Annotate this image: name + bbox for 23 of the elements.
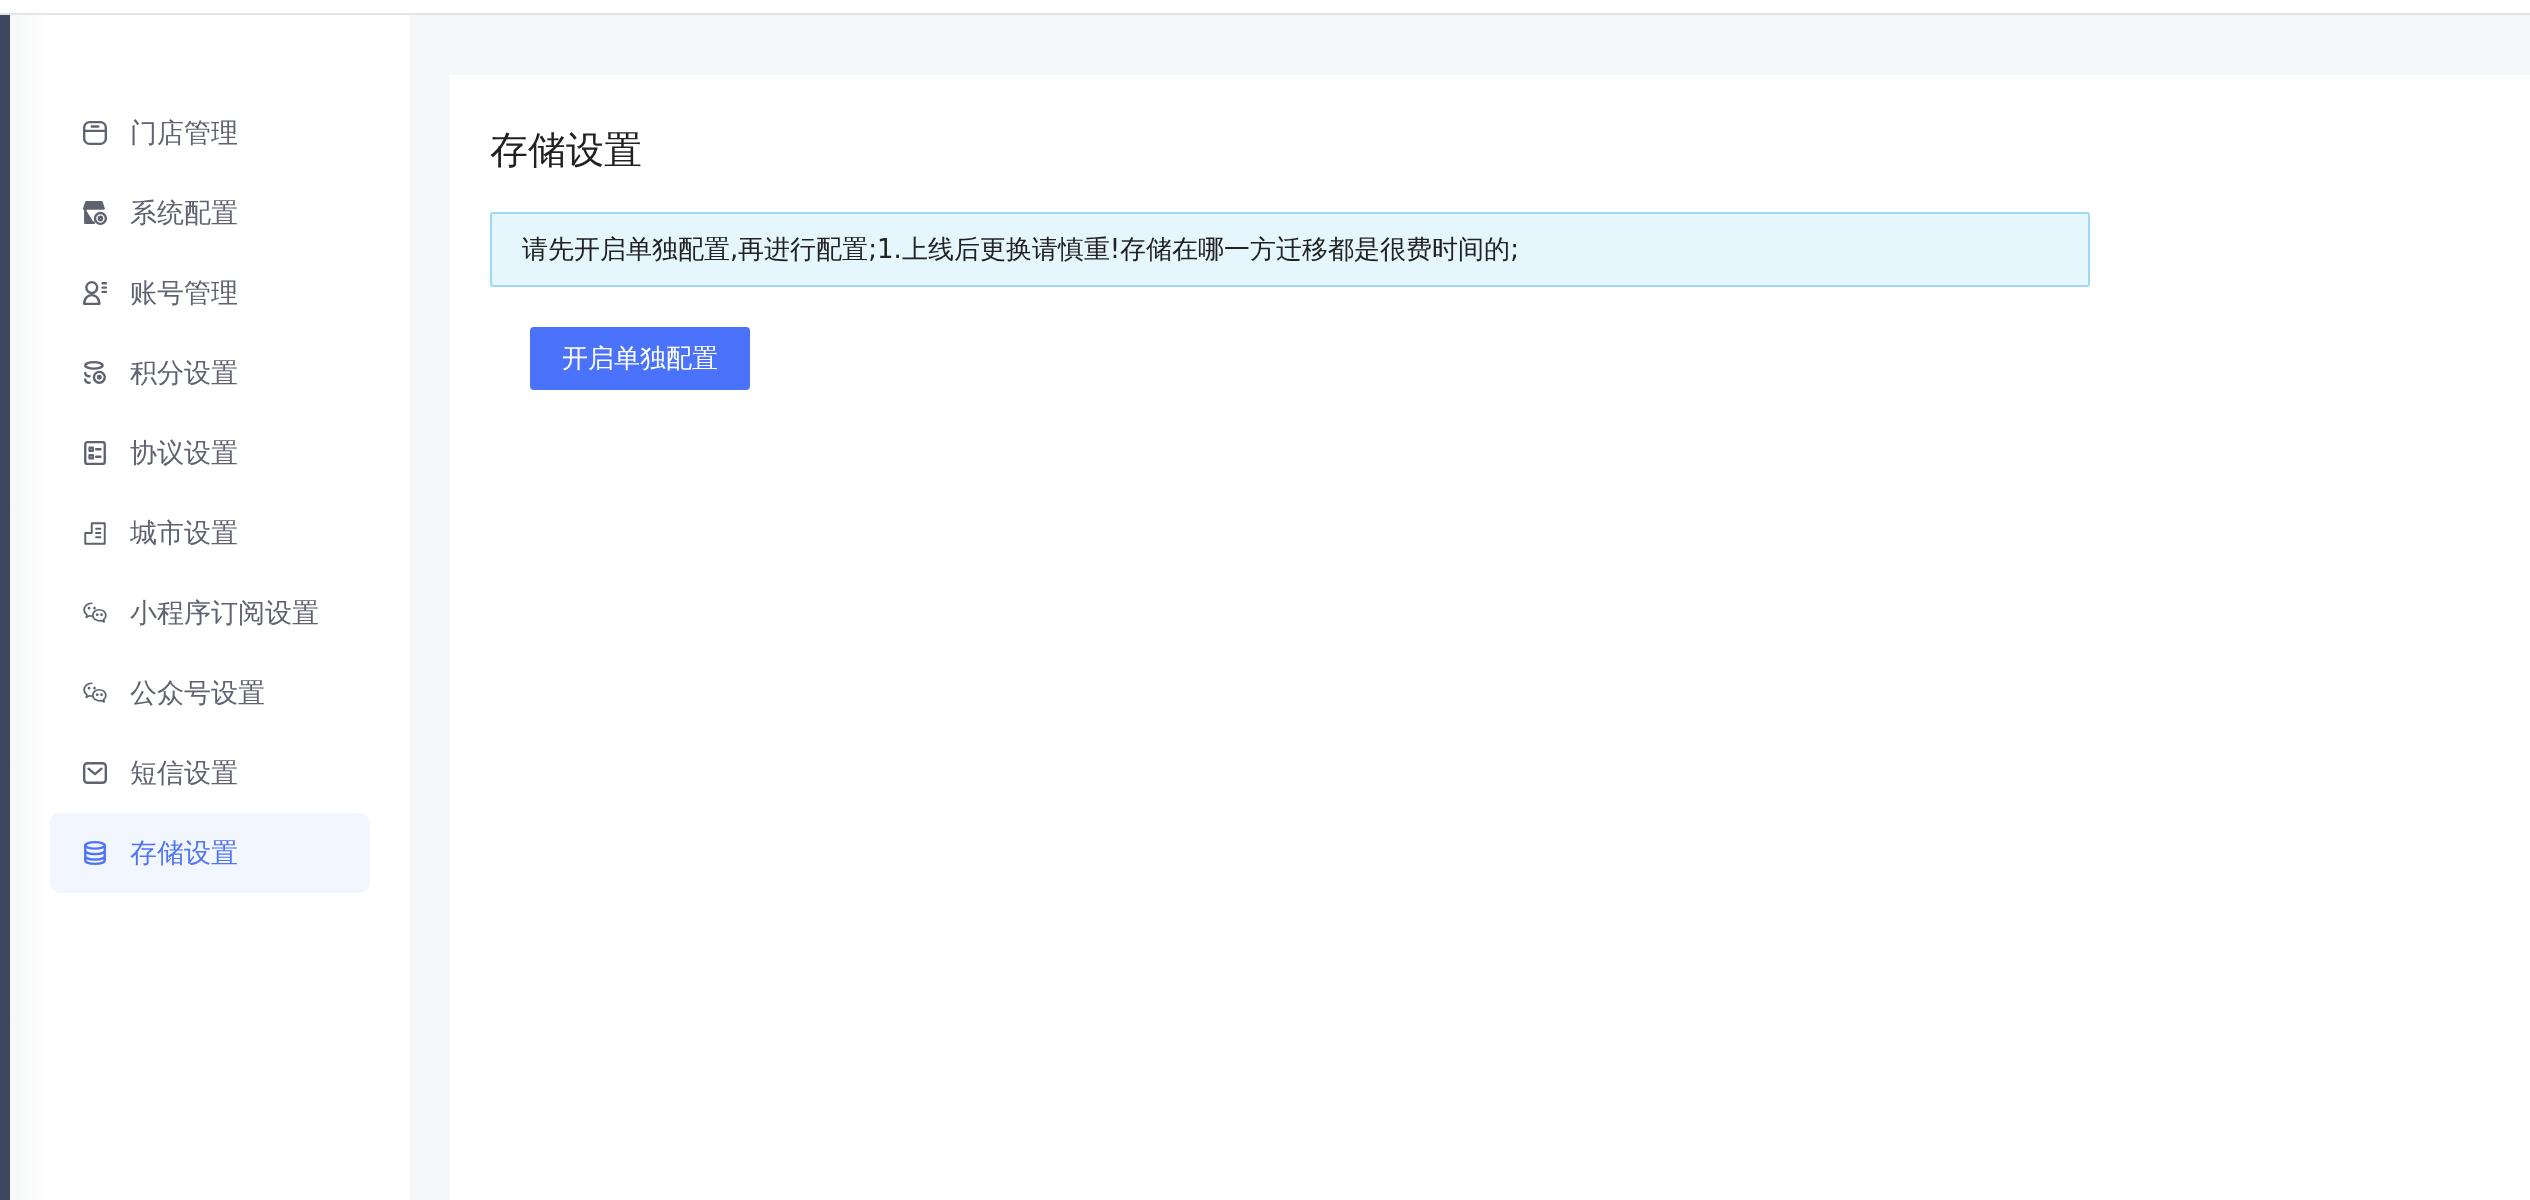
sidebar-item[interactable]: 小程序订阅设置 [50,573,370,653]
chat-bubbles-icon [82,680,108,706]
sidebar-item[interactable]: 公众号设置 [50,653,370,733]
sidebar-item[interactable]: 门店管理 [50,93,370,173]
user-list-icon [82,280,108,306]
document-list-icon [82,440,108,466]
sidebar-item[interactable]: 存储设置 [50,813,370,893]
sidebar-item[interactable]: 协议设置 [50,413,370,493]
sidebar-item[interactable]: 短信设置 [50,733,370,813]
shop-gear-icon [82,200,108,226]
notice-banner: 请先开启单独配置,再进行配置;1.上线后更换请慎重!存储在哪一方迁移都是很费时间的; [490,212,2090,287]
sidebar-item[interactable]: 城市设置 [50,493,370,573]
mail-icon [82,760,108,786]
sidebar-item[interactable]: 积分设置 [50,333,370,413]
page-title: 存储设置 [490,127,643,174]
sidebar-item[interactable]: 账号管理 [50,253,370,333]
store-icon [82,120,108,146]
sidebar-item[interactable]: 系统配置 [50,173,370,253]
building-icon [82,520,108,546]
coins-gear-icon [82,360,108,386]
database-icon [82,840,108,866]
enable-config-button[interactable]: 开启单独配置 [530,327,750,390]
chat-bubbles-icon [82,600,108,626]
